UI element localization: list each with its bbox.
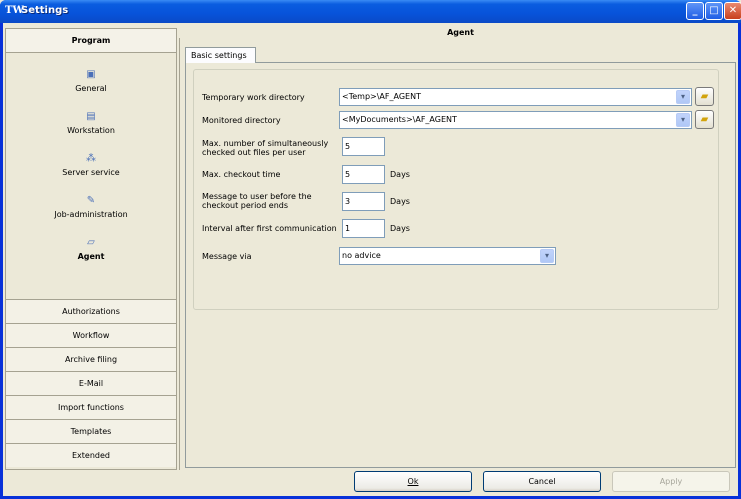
- nav-item-agent[interactable]: ▱ Agent: [6, 237, 176, 261]
- cancel-button[interactable]: Cancel: [483, 471, 601, 492]
- window-title: Settings: [21, 5, 69, 16]
- app-icon: TW: [5, 5, 24, 16]
- tab-basic-settings[interactable]: Basic settings: [185, 47, 256, 63]
- temp-dir-browse-button[interactable]: ▰: [695, 87, 714, 106]
- settings-navigation: Program ▣ General ▤ Workstation ⁂ Server…: [5, 28, 177, 470]
- chevron-down-icon[interactable]: ▾: [540, 249, 554, 263]
- chevron-down-icon[interactable]: ▾: [676, 90, 690, 104]
- page-title: Agent: [447, 28, 474, 37]
- interval-unit: Days: [390, 224, 410, 233]
- interval-input[interactable]: 1: [342, 219, 385, 238]
- apply-button-label: Apply: [659, 477, 683, 486]
- nav-section-workflow[interactable]: Workflow: [6, 323, 176, 347]
- max-checkout-input[interactable]: 5: [342, 165, 385, 184]
- ok-button[interactable]: Ok: [354, 471, 472, 492]
- nav-item-server-service[interactable]: ⁂ Server service: [6, 153, 176, 177]
- monitored-dir-value: <MyDocuments>\AF_AGENT: [342, 115, 457, 124]
- max-checkout-label: Max. checkout time: [202, 170, 281, 179]
- temp-dir-value: <Temp>\AF_AGENT: [342, 92, 421, 101]
- agent-icon: ▱: [87, 237, 95, 248]
- message-before-label-line1: Message to user before the: [202, 192, 312, 201]
- interval-label: Interval after first communication: [202, 224, 337, 233]
- nav-header-program[interactable]: Program: [6, 29, 176, 53]
- nav-item-job-administration[interactable]: ✎ Job-administration: [6, 195, 176, 219]
- max-files-label: Max. number of simultaneously checked ou…: [202, 139, 328, 157]
- minimize-icon: _: [692, 5, 698, 16]
- apply-button[interactable]: Apply: [612, 471, 730, 492]
- max-checkout-unit: Days: [390, 170, 410, 179]
- nav-item-label: Server service: [62, 168, 120, 177]
- ok-button-label: Ok: [407, 477, 419, 486]
- message-via-label: Message via: [202, 252, 252, 261]
- nav-section-authorizations[interactable]: Authorizations: [6, 299, 176, 323]
- nav-section-templates[interactable]: Templates: [6, 419, 176, 443]
- close-button[interactable]: ✕: [724, 2, 741, 20]
- monitored-dir-combobox[interactable]: <MyDocuments>\AF_AGENT ▾: [339, 111, 692, 129]
- monitored-dir-browse-button[interactable]: ▰: [695, 110, 714, 129]
- max-files-label-line2: checked out files per user: [202, 148, 306, 157]
- minimize-button[interactable]: _: [686, 2, 704, 20]
- folder-icon: ▰: [700, 114, 709, 125]
- general-icon: ▣: [86, 69, 96, 80]
- message-before-unit: Days: [390, 197, 410, 206]
- temp-dir-combobox[interactable]: <Temp>\AF_AGENT ▾: [339, 88, 692, 106]
- cancel-button-label: Cancel: [528, 477, 556, 486]
- settings-window: TW Settings _ □ ✕ Program ▣ General ▤ Wo…: [0, 0, 741, 499]
- maximize-icon: □: [709, 5, 719, 16]
- nav-section-email[interactable]: E-Mail: [6, 371, 176, 395]
- nav-section-archive-filing[interactable]: Archive filing: [6, 347, 176, 371]
- title-bar[interactable]: TW Settings _ □ ✕: [0, 0, 741, 23]
- folder-icon: ▰: [700, 91, 709, 102]
- nav-item-label: Workstation: [67, 126, 115, 135]
- max-files-label-line1: Max. number of simultaneously: [202, 139, 329, 148]
- nav-item-workstation[interactable]: ▤ Workstation: [6, 111, 176, 135]
- workstation-icon: ▤: [86, 111, 96, 122]
- temp-dir-label: Temporary work directory: [202, 93, 305, 102]
- server-service-icon: ⁂: [86, 153, 96, 164]
- chevron-down-icon[interactable]: ▾: [676, 113, 690, 127]
- nav-section-import-functions[interactable]: Import functions: [6, 395, 176, 419]
- message-before-label-line2: checkout period ends: [202, 201, 289, 210]
- nav-section-extended[interactable]: Extended: [6, 443, 176, 467]
- job-administration-icon: ✎: [86, 195, 96, 206]
- nav-item-label: Job-administration: [54, 210, 128, 219]
- nav-item-general[interactable]: ▣ General: [6, 69, 176, 93]
- maximize-button[interactable]: □: [705, 2, 723, 20]
- nav-item-label: General: [75, 84, 107, 93]
- max-files-input[interactable]: 5: [342, 137, 385, 156]
- window-client-area: Program ▣ General ▤ Workstation ⁂ Server…: [3, 23, 738, 496]
- splitter[interactable]: [179, 38, 180, 470]
- message-before-label: Message to user before the checkout peri…: [202, 192, 312, 210]
- message-via-select[interactable]: no advice ▾: [339, 247, 556, 265]
- message-via-value: no advice: [342, 251, 381, 260]
- close-icon: ✕: [728, 5, 738, 16]
- monitored-dir-label: Monitored directory: [202, 116, 281, 125]
- message-before-input[interactable]: 3: [342, 192, 385, 211]
- nav-item-label: Agent: [77, 252, 105, 261]
